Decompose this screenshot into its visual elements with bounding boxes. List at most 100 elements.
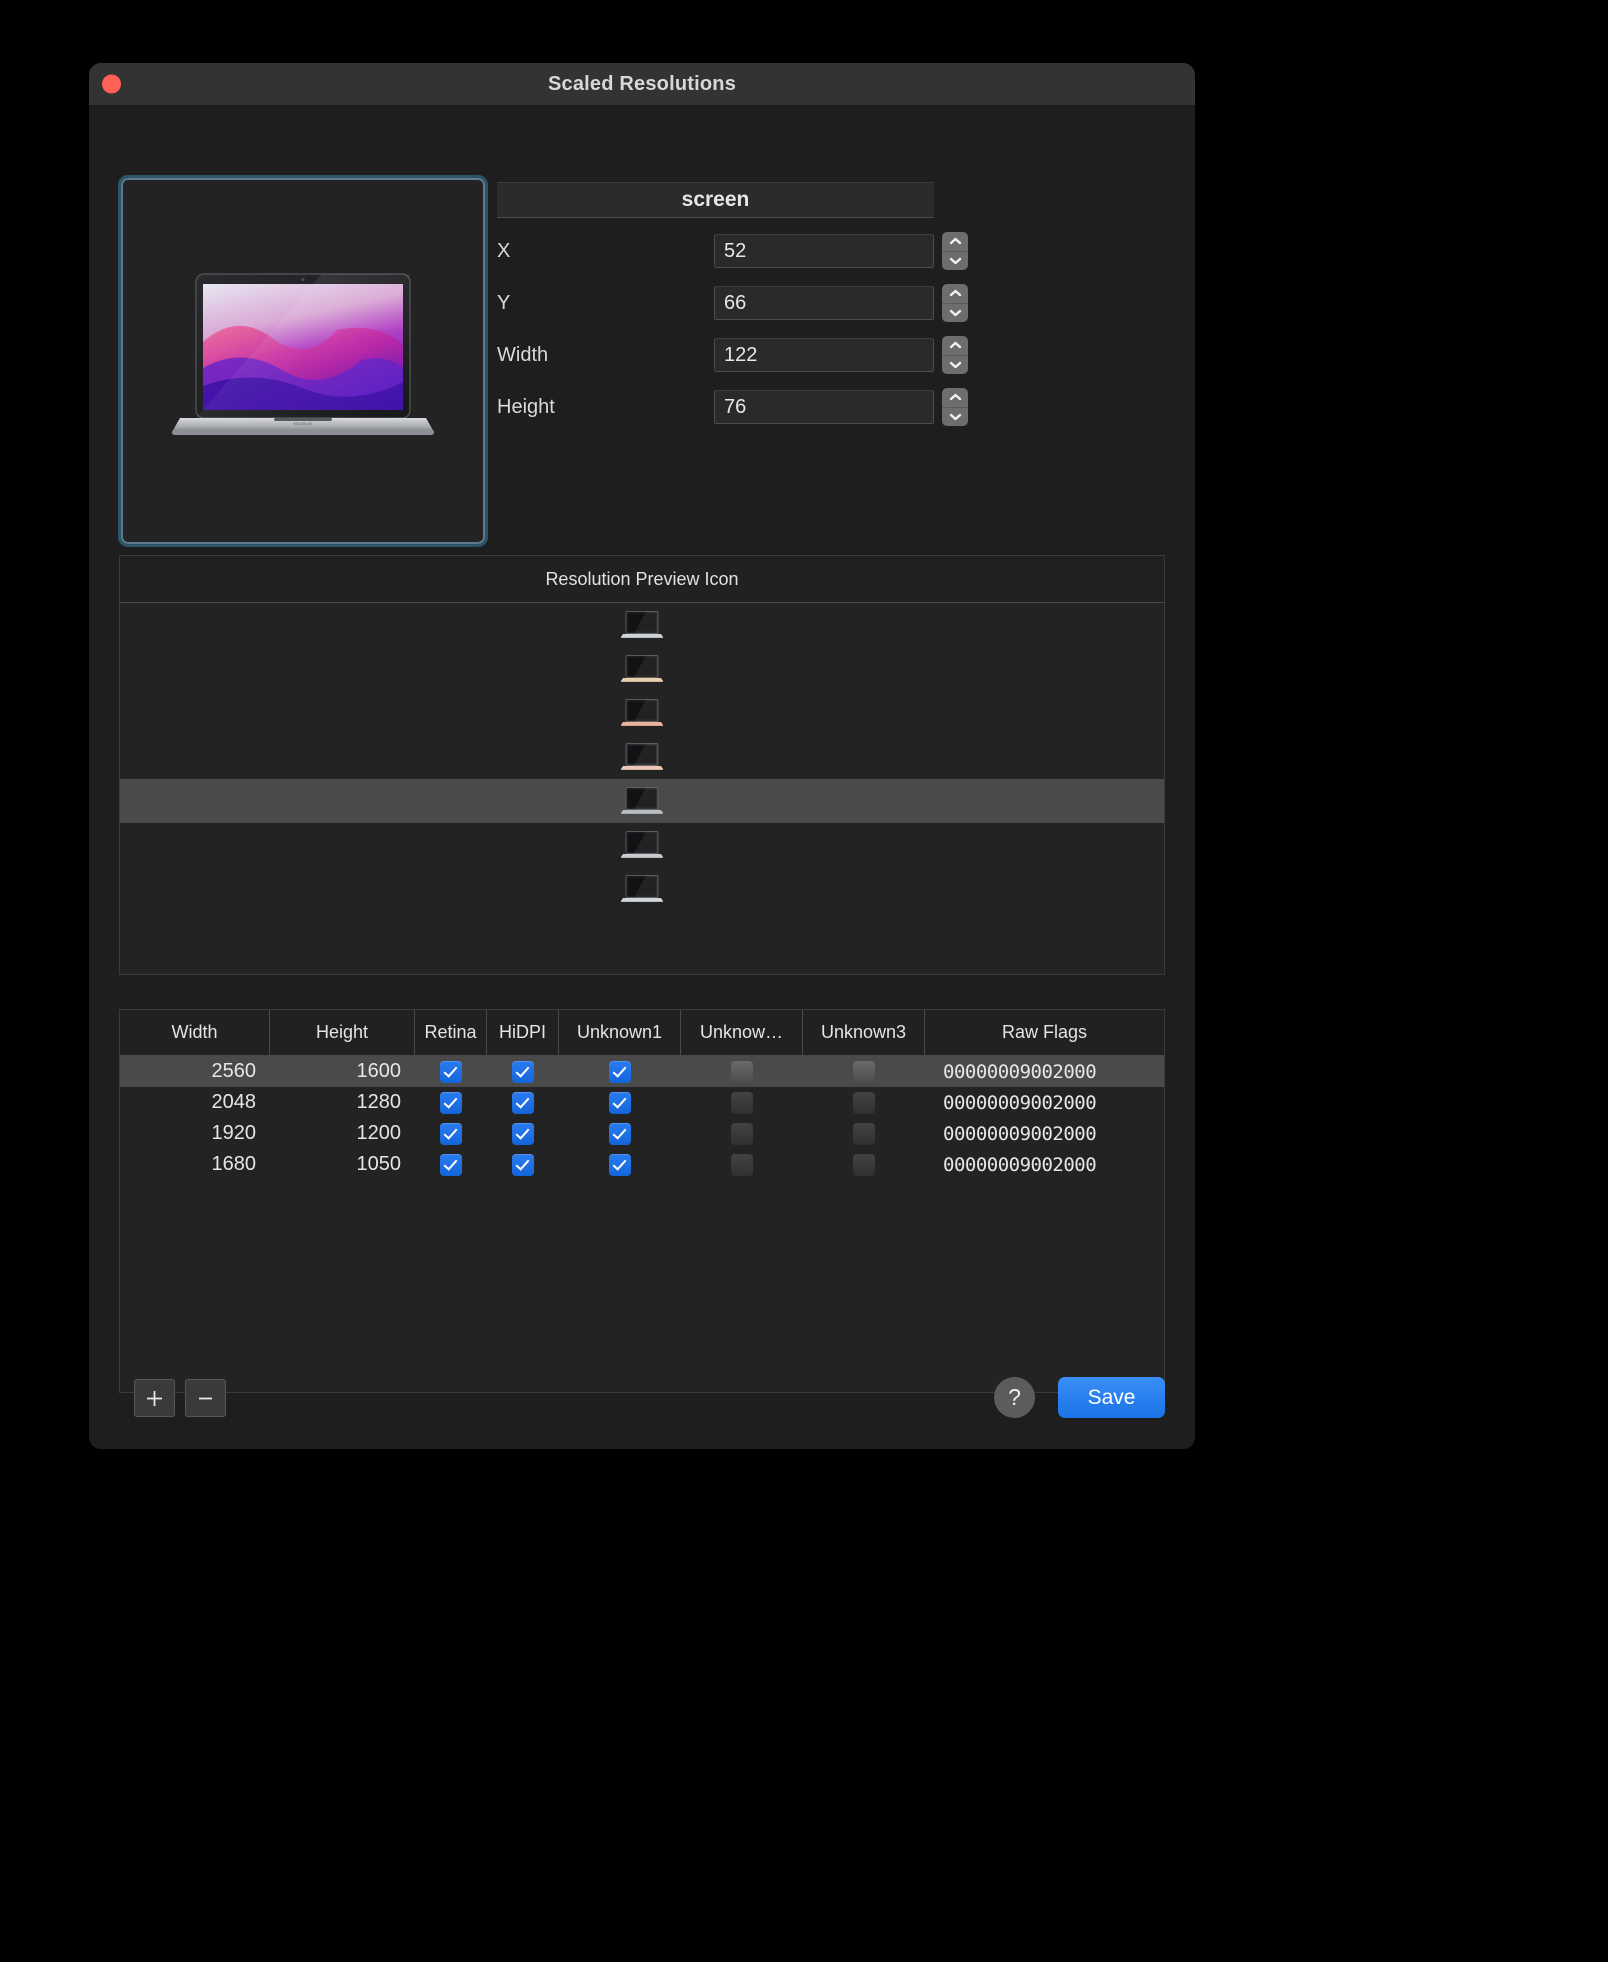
table-row[interactable]: 1680 1050 00000009002000 — [120, 1149, 1164, 1180]
minus-icon — [199, 1397, 212, 1399]
y-stepper[interactable] — [942, 284, 968, 322]
cell-raw-flags: 00000009002000 — [943, 1122, 1097, 1145]
macbook-silver-thin-icon — [621, 831, 663, 858]
chevron-up-icon — [949, 342, 961, 349]
retina-cell — [415, 1122, 487, 1145]
chevron-up-icon — [949, 290, 961, 297]
resolution-preview-icon-panel: Resolution Preview Icon — [119, 555, 1165, 975]
field-row-width: Width — [497, 336, 1057, 374]
height-stepper[interactable] — [942, 388, 968, 426]
x-stepper[interactable] — [942, 232, 968, 270]
macbook-rosegold-open-icon — [621, 743, 663, 770]
scaled-resolutions-window: Scaled Resolutions MacBook screen X 52 Y… — [89, 63, 1195, 1449]
column-header[interactable]: Height — [270, 1010, 415, 1055]
column-header[interactable]: HiDPI — [487, 1010, 559, 1055]
cell-width: 1680 — [211, 1153, 257, 1175]
y-label: Y — [497, 291, 511, 314]
retina-cell — [415, 1091, 487, 1114]
unknown3-cell — [803, 1153, 925, 1176]
column-header[interactable]: Unknown1 — [559, 1010, 681, 1055]
unknown2-checkbox[interactable] — [731, 1060, 753, 1083]
hidpi-checkbox[interactable] — [512, 1091, 534, 1114]
retina-checkbox[interactable] — [440, 1091, 462, 1114]
preview-icon-row[interactable] — [120, 735, 1164, 779]
macbook-rosegold-icon — [621, 699, 663, 726]
unknown3-checkbox[interactable] — [853, 1122, 875, 1145]
retina-checkbox[interactable] — [440, 1060, 462, 1083]
icon-drop-zone[interactable]: MacBook — [118, 175, 488, 547]
column-header[interactable]: Unknown3 — [803, 1010, 925, 1055]
y-stepper-up[interactable] — [942, 284, 968, 304]
unknown3-cell — [803, 1091, 925, 1114]
width-stepper-down[interactable] — [942, 356, 968, 375]
unknown2-checkbox[interactable] — [731, 1122, 753, 1145]
unknown2-cell — [681, 1122, 803, 1145]
column-header[interactable]: Retina — [415, 1010, 487, 1055]
table-header-row: Width Height Retina HiDPI Unknown1 Unknow… Unk… — [120, 1010, 1164, 1056]
column-header[interactable]: Raw Flags — [925, 1010, 1164, 1055]
unknown2-checkbox[interactable] — [731, 1091, 753, 1114]
unknown1-checkbox[interactable] — [609, 1091, 631, 1114]
unknown3-checkbox[interactable] — [853, 1060, 875, 1083]
height-label: Height — [497, 395, 555, 418]
x-stepper-up[interactable] — [942, 232, 968, 252]
table-row[interactable]: 2048 1280 00000009002000 — [120, 1087, 1164, 1118]
preview-icon-row[interactable] — [120, 603, 1164, 647]
preview-icon-row[interactable] — [120, 691, 1164, 735]
preview-icon-row[interactable] — [120, 867, 1164, 911]
table-row[interactable]: 1920 1200 00000009002000 — [120, 1118, 1164, 1149]
unknown3-checkbox[interactable] — [853, 1153, 875, 1176]
plus-icon — [147, 1390, 162, 1406]
close-window-button[interactable] — [102, 74, 121, 94]
retina-checkbox[interactable] — [440, 1122, 462, 1145]
height-stepper-down[interactable] — [942, 408, 968, 427]
height-stepper-up[interactable] — [942, 388, 968, 408]
column-header[interactable]: Unknow… — [681, 1010, 803, 1055]
save-button[interactable]: Save — [1058, 1377, 1165, 1418]
width-label: Width — [497, 343, 549, 366]
y-input[interactable] — [714, 286, 934, 320]
table-body: 2560 1600 00000009002000 2048 1280 0000000900… — [120, 1056, 1164, 1392]
retina-checkbox[interactable] — [440, 1153, 462, 1176]
retina-cell — [415, 1060, 487, 1083]
y-stepper-down[interactable] — [942, 304, 968, 323]
cell-raw-flags: 00000009002000 — [943, 1153, 1097, 1176]
unknown2-checkbox[interactable] — [731, 1153, 753, 1176]
unknown3-checkbox[interactable] — [853, 1091, 875, 1114]
unknown3-cell — [803, 1122, 925, 1145]
add-resolution-button[interactable] — [134, 1379, 175, 1417]
width-input[interactable] — [714, 338, 934, 372]
help-button[interactable]: ? — [994, 1377, 1035, 1418]
hidpi-checkbox[interactable] — [512, 1060, 534, 1083]
hidpi-checkbox[interactable] — [512, 1122, 534, 1145]
window-titlebar: Scaled Resolutions — [89, 63, 1195, 106]
remove-resolution-button[interactable] — [185, 1379, 226, 1417]
preview-icon-row[interactable] — [120, 647, 1164, 691]
window-title: Scaled Resolutions — [547, 72, 737, 95]
preview-icon-row[interactable] — [120, 779, 1164, 823]
x-stepper-down[interactable] — [942, 252, 968, 271]
hidpi-cell — [487, 1153, 559, 1176]
hidpi-cell — [487, 1122, 559, 1145]
resolutions-table-panel: Width Height Retina HiDPI Unknown1 Unknow… Unk… — [119, 1009, 1165, 1393]
hidpi-checkbox[interactable] — [512, 1153, 534, 1176]
height-input[interactable] — [714, 390, 934, 424]
width-stepper[interactable] — [942, 336, 968, 374]
resolution-preview-icon-list — [120, 603, 1164, 974]
table-row[interactable]: 2560 1600 00000009002000 — [120, 1056, 1164, 1087]
chevron-down-icon — [949, 309, 961, 316]
preview-icon-row[interactable] — [120, 823, 1164, 867]
x-input[interactable] — [714, 234, 934, 268]
screen-section-header: screen — [497, 182, 934, 218]
macbook-gold-icon — [621, 655, 663, 682]
unknown1-checkbox[interactable] — [609, 1060, 631, 1083]
macbook-space-gray-icon — [621, 787, 663, 814]
unknown1-cell — [559, 1091, 681, 1114]
svg-text:MacBook: MacBook — [293, 421, 313, 426]
unknown2-cell — [681, 1091, 803, 1114]
width-stepper-up[interactable] — [942, 336, 968, 356]
unknown1-checkbox[interactable] — [609, 1122, 631, 1145]
hidpi-cell — [487, 1060, 559, 1083]
column-header[interactable]: Width — [120, 1010, 270, 1055]
unknown1-checkbox[interactable] — [609, 1153, 631, 1176]
